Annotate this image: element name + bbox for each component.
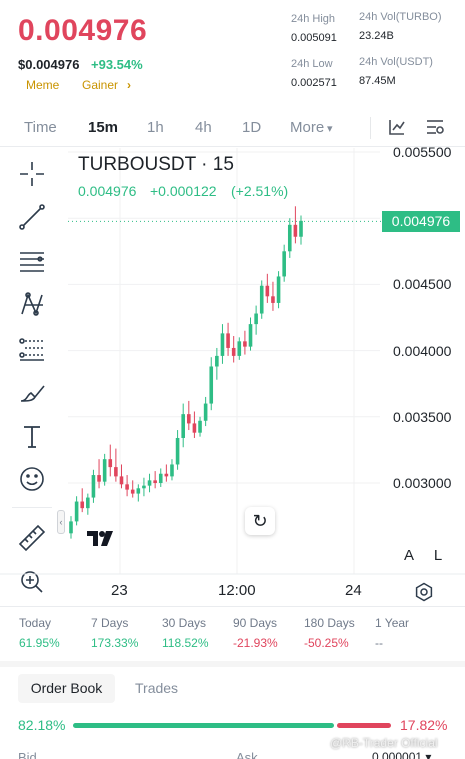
candle-body — [86, 497, 90, 509]
ask-header: Ask — [236, 750, 258, 759]
candle-body — [259, 285, 264, 314]
candle-body — [198, 420, 202, 433]
candle-body — [271, 296, 275, 303]
tab-trades[interactable]: Trades — [135, 680, 178, 696]
period-value: -50.25% — [304, 636, 349, 650]
period-label: 1 Year — [375, 616, 410, 630]
chart-change-pct: (+2.51%) — [231, 183, 289, 199]
candle-body — [203, 403, 208, 421]
price-step-select[interactable]: 0.000001 ▾ — [372, 750, 431, 759]
candle-body — [299, 220, 303, 237]
candle-body — [181, 414, 185, 438]
candle-body — [108, 459, 113, 468]
period-label: 90 Days — [233, 616, 278, 630]
candle-body — [136, 488, 141, 494]
x-tick-label: 12:00 — [218, 582, 256, 599]
candle-body — [220, 333, 225, 356]
period-label: Today — [19, 616, 52, 630]
candle-body — [80, 501, 85, 509]
sell-percent: 17.82% — [400, 717, 448, 733]
bid-header: Bid — [18, 750, 37, 759]
divider — [0, 606, 465, 607]
buy-percent: 82.18% — [18, 717, 66, 733]
candle-body — [282, 251, 286, 277]
candle-body — [265, 285, 270, 297]
section-divider — [0, 661, 465, 667]
candle-body — [69, 521, 73, 534]
candle-body — [231, 347, 236, 356]
period-value: -21.93% — [233, 636, 278, 650]
candle-body — [254, 313, 258, 325]
candle-body — [130, 489, 135, 494]
candle-body — [125, 484, 129, 490]
candle-body — [147, 480, 152, 486]
candle-body — [170, 464, 174, 477]
candle-body — [237, 341, 242, 356]
y-tick-label: 0.004500 — [393, 276, 452, 292]
period-label: 30 Days — [162, 616, 207, 630]
candle-body — [248, 324, 253, 347]
candle-body — [287, 224, 292, 252]
candle-body — [97, 475, 101, 482]
last-price-tag: 0.004976 — [382, 211, 460, 232]
tab-order-book[interactable]: Order Book — [18, 674, 115, 703]
x-tick-label: 24 — [345, 582, 362, 599]
sell-ratio-bar — [337, 723, 391, 728]
x-tick-label: 23 — [111, 582, 128, 599]
period-label: 180 Days — [304, 616, 355, 630]
chart-last-price: 0.004976 — [78, 183, 137, 199]
watermark: @RB-Trader Official — [330, 736, 438, 750]
settings-gear-icon[interactable] — [414, 582, 434, 602]
period-value: 173.33% — [91, 636, 139, 650]
candle-body — [74, 501, 79, 522]
candle-body — [164, 473, 169, 477]
candle-body — [158, 473, 163, 483]
reset-chart-button[interactable]: ↻ — [245, 507, 275, 535]
candle-body — [293, 224, 298, 237]
tradingview-logo — [86, 527, 116, 549]
period-value: -- — [375, 636, 383, 650]
y-tick-label: 0.004000 — [393, 343, 452, 359]
candle-body — [153, 480, 157, 483]
buy-ratio-bar — [73, 723, 334, 728]
candle-body — [192, 423, 197, 433]
candle-body — [243, 341, 247, 347]
log-scale-button[interactable]: L — [427, 545, 449, 567]
candle-body — [209, 366, 214, 404]
y-tick-label: 0.003000 — [393, 475, 452, 491]
candle-body — [215, 355, 219, 367]
candlestick-chart[interactable] — [0, 0, 465, 610]
candle-body — [142, 485, 146, 489]
auto-scale-button[interactable]: A — [398, 545, 420, 567]
period-value: 118.52% — [162, 636, 209, 650]
period-value: 61.95% — [19, 636, 60, 650]
candle-body — [114, 467, 118, 477]
period-label: 7 Days — [91, 616, 129, 630]
candle-body — [276, 276, 281, 303]
chart-change-abs: +0.000122 — [150, 183, 217, 199]
candle-body — [187, 414, 191, 424]
y-tick-label: 0.003500 — [393, 409, 452, 425]
candle-body — [91, 475, 96, 498]
candle-body — [119, 476, 124, 485]
candle-body — [226, 333, 230, 348]
candle-body — [102, 459, 107, 482]
y-tick-label: 0.005500 — [393, 144, 452, 160]
candle-body — [175, 437, 180, 465]
chart-symbol-title: TURBOUSDT · 15 — [78, 154, 234, 175]
